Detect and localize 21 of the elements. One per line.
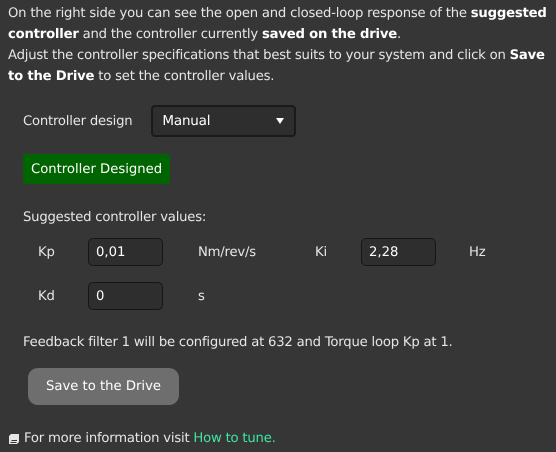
intro-text: Adjust the controller specifications that best suits to your system and click on Save to the Drive to set the controller values. — [8, 47, 546, 86]
dropdown[interactable]: Manual — [151, 105, 296, 137]
param-label: Kd — [38, 288, 56, 304]
help-link[interactable]: How to tune. — [193, 431, 276, 446]
param-label: Kp — [38, 244, 56, 260]
input-field[interactable]: 2,28 — [361, 238, 436, 266]
info-text: For more information visit How to tune. — [24, 431, 276, 446]
field-label: Controller design — [23, 114, 132, 128]
unit-label: s — [198, 288, 205, 304]
input-field[interactable]: 0 — [88, 282, 163, 310]
save-button[interactable]: Save to the Drive — [28, 368, 179, 405]
intro-text: On the right side you can see the open and closed-loop response of the suggested controller and the controller currently saved on the drive. — [8, 5, 548, 44]
book-icon — [8, 432, 20, 444]
unit-label: Nm/rev/s — [198, 244, 256, 260]
section-label: Suggested controller values: — [23, 210, 208, 225]
info-note: Feedback filter 1 will be configured at 632 and Torque loop Kp at 1. — [23, 335, 454, 350]
caret-icon — [276, 118, 284, 124]
param-label: Ki — [315, 244, 328, 260]
status-button[interactable]: Controller Designed — [23, 154, 170, 184]
input-field[interactable]: 0,01 — [88, 238, 163, 266]
unit-label: Hz — [469, 244, 486, 260]
